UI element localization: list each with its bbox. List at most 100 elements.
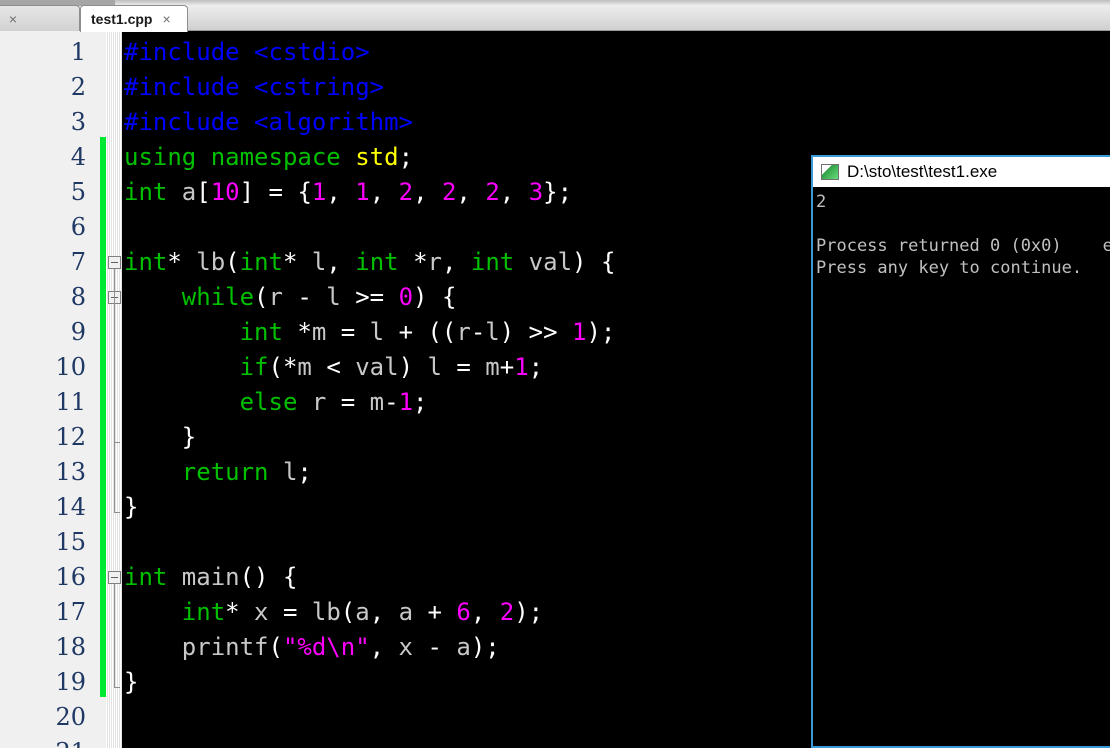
code-line[interactable]: int* x = lb(a, a + 6, 2); — [124, 595, 543, 630]
code-token: * — [167, 248, 182, 276]
code-token: if — [239, 353, 269, 381]
code-token: r — [297, 388, 341, 416]
code-token: = — [456, 353, 471, 381]
console-title-text: D:\sto\test\test1.exe — [847, 162, 998, 181]
line-number: 3 — [70, 108, 86, 136]
code-token: l — [355, 318, 399, 346]
code-line[interactable]: using namespace std; — [124, 140, 413, 175]
code-token: int — [355, 248, 399, 276]
code-token: ); — [514, 598, 544, 626]
code-line[interactable]: if(*m < val) l = m+1; — [124, 350, 544, 385]
code-token: - — [297, 283, 312, 311]
code-token: } — [124, 493, 139, 521]
code-token: namespace — [210, 143, 341, 171]
code-token: 1 — [311, 178, 327, 206]
code-token: l — [311, 283, 356, 311]
code-token: int — [470, 248, 515, 276]
code-token: , — [369, 598, 385, 626]
tab-start-here[interactable]: t here × — [0, 5, 80, 31]
code-token: , — [456, 178, 471, 206]
code-token: >= — [355, 283, 385, 311]
code-token: 1 — [398, 388, 414, 416]
fold-guide-line — [114, 304, 115, 442]
console-output: 2 Process returned 0 (0x0) exe Press any … — [813, 187, 1110, 279]
code-token: = — [268, 178, 283, 206]
console-title-bar[interactable]: D:\sto\test\test1.exe — [813, 157, 1110, 187]
code-line[interactable]: int* lb(int* l, int *r, int val) { — [124, 245, 615, 280]
code-line[interactable]: } — [124, 490, 138, 525]
code-line[interactable]: } — [124, 665, 138, 700]
code-token: 0 — [398, 283, 414, 311]
line-number: 6 — [70, 213, 86, 241]
code-token: * — [413, 248, 428, 276]
code-token: = — [340, 318, 356, 346]
code-token: ; — [528, 353, 544, 381]
code-line[interactable]: #include <cstring> — [124, 70, 384, 105]
code-line[interactable]: #include <algorithm> — [124, 105, 413, 140]
code-token: x — [239, 598, 283, 626]
code-token: main — [167, 563, 240, 591]
code-line[interactable]: return l; — [124, 455, 312, 490]
tab-strip-empty-area — [188, 5, 1110, 31]
code-token: 6 — [456, 598, 471, 626]
code-line[interactable]: printf("%d\n", x - a); — [124, 630, 500, 665]
code-line[interactable]: int a[10] = {1, 1, 2, 2, 2, 3}; — [124, 175, 572, 210]
code-token: } — [543, 178, 558, 206]
code-line[interactable]: int main() { — [124, 560, 297, 595]
code-token: >> — [528, 318, 558, 346]
code-line[interactable]: #include <cstdio> — [124, 35, 370, 70]
code-token: m — [311, 318, 341, 346]
code-token: x — [384, 633, 428, 661]
code-token: 1 — [355, 178, 370, 206]
close-icon[interactable]: × — [162, 12, 170, 26]
code-token: a — [167, 178, 197, 206]
code-token: } — [181, 423, 197, 451]
fold-toggle-icon[interactable] — [108, 571, 121, 584]
console-output-line: Process returned 0 (0x0) exe — [816, 236, 1110, 256]
tab-test1-cpp[interactable]: test1.cpp × — [80, 5, 188, 32]
code-line[interactable]: while(r - l >= 0) { — [124, 280, 457, 315]
code-token: ( — [268, 353, 283, 381]
code-token: - — [427, 633, 442, 661]
code-token: + — [398, 318, 414, 346]
code-token: ; — [557, 178, 573, 206]
code-token: = — [340, 388, 356, 416]
code-token: , — [470, 598, 486, 626]
line-number: 2 — [70, 73, 86, 101]
console-window[interactable]: D:\sto\test\test1.exe 2 Process returned… — [811, 155, 1110, 748]
code-token: * — [282, 248, 298, 276]
fold-toggle-icon[interactable] — [108, 256, 121, 269]
code-token: + — [427, 598, 442, 626]
close-icon[interactable]: × — [9, 12, 17, 26]
code-token: lb — [297, 598, 341, 626]
code-line[interactable]: int *m = l + ((r-l) >> 1); — [124, 315, 616, 350]
code-token: 2 — [398, 178, 414, 206]
line-number: 14 — [55, 493, 86, 521]
code-token: 2 — [441, 178, 457, 206]
code-token: <cstring> — [254, 73, 385, 101]
code-folding-gutter[interactable] — [106, 31, 122, 748]
code-line[interactable]: } — [124, 420, 196, 455]
code-token: l — [268, 458, 298, 486]
code-token: 1 — [514, 353, 529, 381]
code-token: (( — [427, 318, 457, 346]
code-token: r — [456, 318, 471, 346]
code-line[interactable]: else r = m-1; — [124, 385, 428, 420]
code-token: #include — [124, 38, 240, 66]
console-output-line: Press any key to continue. — [816, 258, 1083, 278]
